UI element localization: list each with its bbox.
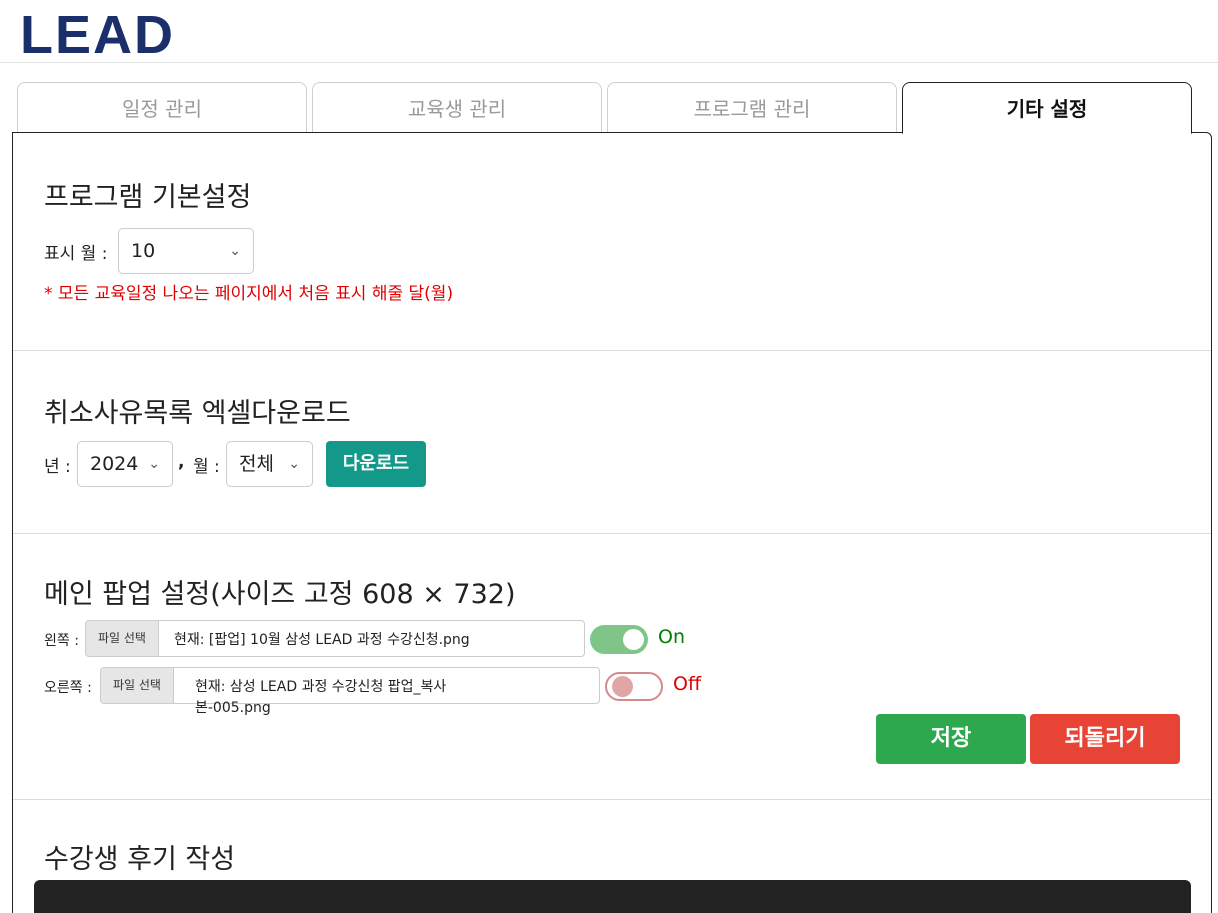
left-popup-file-input[interactable]: 파일 선택 현재: [팝업] 10월 삼성 LEAD 과정 수강신청.png	[85, 620, 585, 657]
program-settings-section: 프로그램 기본설정 표시 월 : 10 ⌄ * 모든 교육일정 나오는 페이지에…	[13, 133, 1211, 351]
right-file-name-line2: 본-005.png	[195, 700, 271, 716]
toggle-knob	[612, 676, 633, 697]
left-popup-label: 왼쪽 :	[44, 633, 79, 649]
display-month-value: 10	[131, 240, 156, 262]
file-select-button[interactable]: 파일 선택	[86, 621, 159, 656]
month-label: 표시 월 :	[44, 244, 108, 264]
file-select-button[interactable]: 파일 선택	[101, 668, 174, 703]
revert-button[interactable]: 되돌리기	[1030, 714, 1180, 764]
right-toggle-state: Off	[673, 673, 702, 695]
month-value: 전체	[239, 453, 274, 475]
left-toggle-state: On	[658, 626, 685, 648]
tab-programs[interactable]: 프로그램 관리	[607, 82, 897, 132]
chevron-down-icon: ⌄	[148, 456, 160, 472]
comma-separator: ,	[178, 452, 185, 472]
month-label: 월 :	[193, 457, 220, 477]
section-title: 프로그램 기본설정	[44, 182, 252, 213]
tab-schedule[interactable]: 일정 관리	[17, 82, 307, 132]
display-month-select[interactable]: 10 ⌄	[118, 228, 254, 274]
year-select[interactable]: 2024 ⌄	[77, 441, 173, 487]
header: LEAD	[0, 0, 1218, 64]
right-file-name: 현재: 삼성 LEAD 과정 수강신청 팝업_복사 본-005.png	[195, 677, 565, 719]
settings-panel: 프로그램 기본설정 표시 월 : 10 ⌄ * 모든 교육일정 나오는 페이지에…	[12, 132, 1212, 913]
tab-trainees[interactable]: 교육생 관리	[312, 82, 602, 132]
right-popup-file-input[interactable]: 파일 선택 현재: 삼성 LEAD 과정 수강신청 팝업_복사 본-005.pn…	[100, 667, 600, 716]
section-title: 취소사유목록 엑셀다운로드	[44, 398, 351, 429]
review-editor-toolbar[interactable]	[34, 880, 1191, 913]
right-file-name-line1: 현재: 삼성 LEAD 과정 수강신청 팝업_복사	[195, 679, 447, 695]
toggle-knob	[623, 629, 644, 650]
chevron-down-icon: ⌄	[229, 243, 241, 259]
year-label: 년 :	[44, 457, 71, 477]
right-popup-label: 오른쪽 :	[44, 680, 92, 696]
chevron-down-icon: ⌄	[288, 456, 300, 472]
section-title: 메인 팝업 설정(사이즈 고정 608 × 732)	[44, 579, 516, 610]
cancel-download-section: 취소사유목록 엑셀다운로드 년 : 2024 ⌄ , 월 : 전체 ⌄ 다운로드	[13, 351, 1211, 534]
left-popup-toggle[interactable]	[590, 625, 648, 654]
left-file-name: 현재: [팝업] 10월 삼성 LEAD 과정 수강신청.png	[174, 632, 470, 648]
popup-settings-section: 메인 팝업 설정(사이즈 고정 608 × 732) 왼쪽 : 파일 선택 현재…	[13, 534, 1211, 800]
save-button[interactable]: 저장	[876, 714, 1026, 764]
right-popup-toggle[interactable]	[605, 672, 663, 701]
download-button[interactable]: 다운로드	[326, 441, 426, 487]
tab-other-settings[interactable]: 기타 설정	[902, 82, 1192, 134]
month-select[interactable]: 전체 ⌄	[226, 441, 313, 487]
lead-logo[interactable]: LEAD	[20, 6, 175, 64]
month-note: * 모든 교육일정 나오는 페이지에서 처음 표시 해줄 달(월)	[44, 284, 454, 304]
review-section-title: 수강생 후기 작성	[44, 844, 236, 875]
year-value: 2024	[90, 453, 139, 475]
tab-bar: 일정 관리 교육생 관리 프로그램 관리 기타 설정	[0, 82, 1218, 134]
